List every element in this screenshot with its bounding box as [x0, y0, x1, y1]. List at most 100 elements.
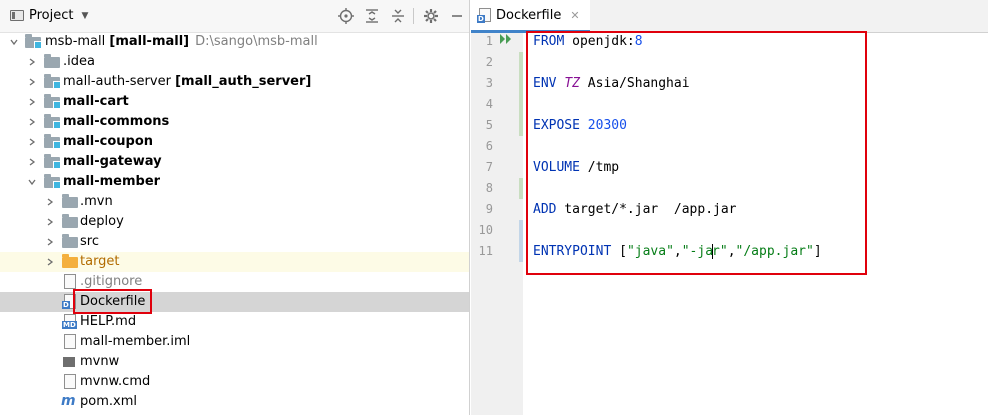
project-panel-header: Project ▼: [0, 0, 469, 33]
expand-all-icon[interactable]: [364, 8, 380, 24]
tree-item-mvnw[interactable]: mvnw: [0, 352, 469, 372]
line-number: 9: [485, 202, 493, 216]
module-name: [mall-mall]: [109, 34, 190, 49]
excluded-folder-icon: [62, 254, 78, 268]
gitignore-file-icon: [64, 274, 76, 289]
module-folder-icon: [44, 134, 61, 149]
tree-item-msb-mall[interactable]: msb-mall [mall-mall] D:\sango\msb-mall: [0, 32, 469, 52]
line-number: 1: [485, 34, 493, 48]
folder-icon: [44, 54, 60, 68]
tree-item-iml[interactable]: mall-member.iml: [0, 332, 469, 352]
tree-item-gitignore[interactable]: .gitignore: [0, 272, 469, 292]
folder-icon: [62, 214, 78, 228]
module-folder-icon: [44, 174, 61, 189]
project-path: D:\sango\msb-mall: [195, 34, 318, 49]
maven-icon: m: [61, 393, 76, 409]
tree-item-label: deploy: [80, 214, 124, 229]
tree-item-mall-auth-server[interactable]: mall-auth-server [mall_auth_server]: [0, 72, 469, 92]
line-number: 3: [485, 76, 493, 90]
folder-icon: [62, 234, 78, 248]
line-number: 10: [478, 223, 493, 237]
dockerfile-highlight-box: [73, 289, 152, 314]
chevron-right-icon[interactable]: [44, 232, 56, 252]
chevron-right-icon[interactable]: [26, 152, 38, 172]
module-folder-icon: [44, 114, 61, 129]
iml-file-icon: [64, 334, 76, 349]
chevron-down-icon[interactable]: [8, 32, 20, 52]
module-folder-icon: [44, 74, 61, 89]
module-folder-icon: [44, 154, 61, 169]
tree-item-label: msb-mall: [45, 34, 106, 49]
tree-item-label: .mvn: [80, 194, 113, 209]
tree-item-idea[interactable]: .idea: [0, 52, 469, 72]
gear-icon[interactable]: [423, 8, 439, 24]
project-folder-icon: [10, 10, 24, 21]
tree-item-mall-gateway[interactable]: mall-gateway: [0, 152, 469, 172]
line-number: 6: [485, 139, 493, 153]
tree-item-label: mall-gateway: [63, 154, 162, 169]
folder-icon: [62, 194, 78, 208]
code-highlight-box: [526, 31, 867, 275]
tree-item-target[interactable]: target: [0, 252, 469, 272]
shell-script-icon: [63, 357, 75, 367]
chevron-right-icon[interactable]: [44, 192, 56, 212]
module-folder-icon: [25, 34, 42, 49]
chevron-right-icon[interactable]: [44, 252, 56, 272]
chevron-right-icon[interactable]: [26, 132, 38, 152]
chevron-right-icon[interactable]: [44, 212, 56, 232]
module-folder-icon: [44, 94, 61, 109]
tree-item-mvn[interactable]: .mvn: [0, 192, 469, 212]
line-number: 7: [485, 160, 493, 174]
tree-item-help-md[interactable]: MD HELP.md: [0, 312, 469, 332]
project-view-selector[interactable]: Project ▼: [10, 8, 88, 23]
tree-item-pom-xml[interactable]: m pom.xml: [0, 392, 469, 412]
tree-item-label: mvnw: [80, 354, 120, 369]
tree-item-label: mall-cart: [63, 94, 129, 109]
chevron-right-icon[interactable]: [26, 92, 38, 112]
markdown-file-icon: MD: [62, 314, 77, 329]
tree-item-label: mall-member: [63, 174, 161, 189]
tree-item-label: target: [80, 254, 120, 269]
locate-target-icon[interactable]: [338, 8, 354, 24]
close-icon[interactable]: ✕: [570, 9, 579, 22]
text-file-icon: [64, 374, 76, 389]
tree-item-label: mall-auth-server: [63, 74, 171, 89]
module-name: [mall_auth_server]: [175, 74, 312, 89]
chevron-right-icon[interactable]: [26, 72, 38, 92]
chevron-down-icon[interactable]: [26, 172, 38, 192]
line-number-gutter: 1 2 3 4 5 6 7 8 9 10 11: [471, 33, 523, 415]
project-panel: Project ▼ msb-mall [mall-mall] D:\sango\m…: [0, 0, 470, 415]
tree-item-label: src: [80, 234, 99, 249]
tree-item-dockerfile[interactable]: D Dockerfile: [0, 292, 469, 312]
tree-item-label: mall-member.iml: [80, 334, 191, 349]
tree-item-mall-cart[interactable]: mall-cart: [0, 92, 469, 112]
tab-dockerfile[interactable]: Dockerfile ✕: [471, 0, 590, 33]
tree-item-label: HELP.md: [80, 314, 137, 329]
chevron-right-icon[interactable]: [26, 112, 38, 132]
tree-item-label: .idea: [63, 54, 95, 69]
line-number: 11: [478, 244, 493, 258]
hide-panel-icon[interactable]: [449, 8, 465, 24]
tree-item-deploy[interactable]: deploy: [0, 212, 469, 232]
toolbar-divider: [413, 8, 414, 24]
collapse-all-icon[interactable]: [390, 8, 406, 24]
tree-item-label: mall-commons: [63, 114, 170, 129]
tree-item-mall-coupon[interactable]: mall-coupon: [0, 132, 469, 152]
editor-pane: Dockerfile ✕ 1 2 3 4 5 6 7 8 9 10 11 FRO…: [471, 0, 988, 415]
tree-item-label: pom.xml: [80, 394, 137, 409]
dockerfile-icon: [477, 8, 491, 23]
editor-tab-bar: Dockerfile ✕: [471, 0, 988, 33]
chevron-down-icon: ▼: [81, 10, 89, 21]
tab-label: Dockerfile: [496, 7, 562, 23]
line-number: 4: [485, 97, 493, 111]
tree-item-mall-commons[interactable]: mall-commons: [0, 112, 469, 132]
tree-item-label: mvnw.cmd: [80, 374, 151, 389]
tree-item-src[interactable]: src: [0, 232, 469, 252]
line-number: 5: [485, 118, 493, 132]
chevron-right-icon[interactable]: [26, 52, 38, 72]
project-panel-title: Project: [29, 8, 74, 23]
line-number: 2: [485, 55, 493, 69]
tree-item-mall-member[interactable]: mall-member: [0, 172, 469, 192]
tree-item-mvnw-cmd[interactable]: mvnw.cmd: [0, 372, 469, 392]
run-icon[interactable]: [500, 31, 512, 52]
